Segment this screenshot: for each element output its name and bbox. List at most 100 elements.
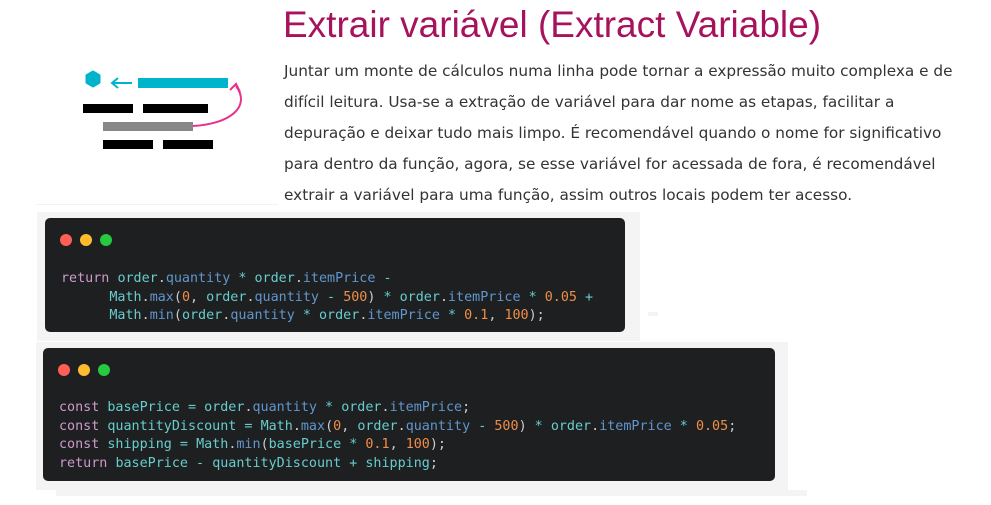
code-token: shipping <box>365 456 430 472</box>
code-token: order <box>204 400 245 415</box>
code-line: return basePrice - quantityDiscount + sh… <box>59 455 736 474</box>
code-token: ( <box>260 437 269 453</box>
code-token: = <box>236 418 261 434</box>
code-token: 500 <box>494 418 519 434</box>
code-token: * <box>439 308 465 324</box>
code-token: * <box>520 289 545 305</box>
code-token: = <box>171 437 197 453</box>
code-token: 0.1 <box>464 308 489 324</box>
code-token: order <box>254 271 295 286</box>
code-token: 500 <box>343 289 368 305</box>
code-token: * <box>341 437 366 453</box>
code-token: . <box>141 289 150 305</box>
code-token: . <box>397 418 406 434</box>
code-token: * <box>526 418 551 434</box>
code-token: quantity <box>252 400 318 415</box>
code-line: Math.min(order.quantity * order.itemPric… <box>61 307 593 326</box>
code-token: * <box>294 308 319 324</box>
code-token: ; <box>728 418 737 434</box>
code-token: Math <box>196 437 229 453</box>
code-token: const <box>59 437 108 453</box>
page-title: Extrair variável (Extract Variable) <box>283 4 822 45</box>
code-token: itemPrice <box>389 400 463 415</box>
code-token: = <box>179 400 205 415</box>
code-token: order <box>399 289 440 305</box>
code-token: const <box>59 418 108 434</box>
code-token: min <box>149 308 174 324</box>
code-token: quantity <box>230 308 295 324</box>
code-line: const quantityDiscount = Math.max(0, ord… <box>59 418 736 437</box>
code-token: + <box>577 289 594 305</box>
code-token: . <box>381 400 390 415</box>
code-panel-after-shadow <box>56 490 807 496</box>
code-token: order <box>357 418 398 434</box>
code-token: . <box>294 271 303 286</box>
code-token: , <box>341 418 358 434</box>
code-token: . <box>141 308 150 324</box>
code-token: basePrice <box>107 400 180 415</box>
code-window-before: return order.quantity * order.itemPrice … <box>45 218 625 332</box>
code-token: , <box>190 289 207 305</box>
code-line: Math.max(0, order.quantity - 500) * orde… <box>61 289 593 308</box>
code-block-before: return order.quantity * order.itemPrice … <box>61 270 593 326</box>
code-token: ( <box>325 418 334 434</box>
code-token: shipping <box>107 437 172 453</box>
code-token: - <box>188 456 213 472</box>
code-token: min <box>236 437 261 453</box>
code-token: - <box>470 418 495 434</box>
maximize-dot-icon <box>98 364 110 376</box>
code-token: 0.05 <box>544 289 577 305</box>
code-token: Math <box>109 289 142 305</box>
code-token: , <box>389 437 406 453</box>
code-token: . <box>157 271 166 286</box>
code-token: order <box>181 308 223 324</box>
code-token: * <box>230 271 255 286</box>
extract-variable-diagram-icon <box>83 70 242 149</box>
code-token: - <box>375 271 392 286</box>
code-token: ); <box>429 437 446 453</box>
code-token: . <box>439 289 448 305</box>
code-token: , <box>488 308 505 324</box>
code-token: quantity <box>165 271 231 286</box>
code-token: . <box>292 418 301 434</box>
code-token: basePrice <box>115 456 188 472</box>
code-line: const shipping = Math.min(basePrice * 0.… <box>59 436 736 455</box>
code-token: ) <box>518 418 527 434</box>
code-block-after: const basePrice = order. quantity * order… <box>59 399 736 474</box>
code-line: const basePrice = order.quantity * order… <box>59 399 736 418</box>
code-token: order <box>341 400 382 415</box>
code-token: quantity <box>254 289 320 305</box>
code-token: itemPrice <box>448 289 521 305</box>
description-text: Juntar um monte de cálculos numa linha p… <box>284 62 953 204</box>
code-token: order <box>206 289 247 305</box>
code-token: Math <box>109 308 142 324</box>
code-token: max <box>300 418 326 434</box>
code-token: order <box>550 418 592 434</box>
code-token: itemPrice <box>302 271 376 286</box>
code-token: 0 <box>181 289 190 305</box>
code-token: - <box>319 289 344 305</box>
code-token: ; <box>429 456 438 472</box>
code-token: ; <box>462 400 471 415</box>
scroll-shadow <box>648 312 658 316</box>
code-token: * <box>375 289 400 305</box>
code-token: return <box>59 456 116 472</box>
code-token: ); <box>528 308 545 324</box>
code-token: itemPrice <box>599 418 672 434</box>
code-token: . <box>591 418 600 434</box>
illustration <box>36 6 278 204</box>
close-dot-icon <box>58 364 70 376</box>
code-token: order <box>117 271 158 286</box>
code-token: max <box>149 289 174 305</box>
code-token: itemPrice <box>367 308 440 324</box>
maximize-dot-icon <box>100 234 112 246</box>
close-dot-icon <box>60 234 72 246</box>
code-token: Math <box>260 418 293 434</box>
code-token: 0 <box>333 418 342 434</box>
minimize-dot-icon <box>78 364 90 376</box>
code-token: quantityDiscount <box>107 418 237 434</box>
code-token: 100 <box>504 308 529 324</box>
code-token: ( <box>173 289 182 305</box>
code-token: basePrice <box>268 437 342 453</box>
